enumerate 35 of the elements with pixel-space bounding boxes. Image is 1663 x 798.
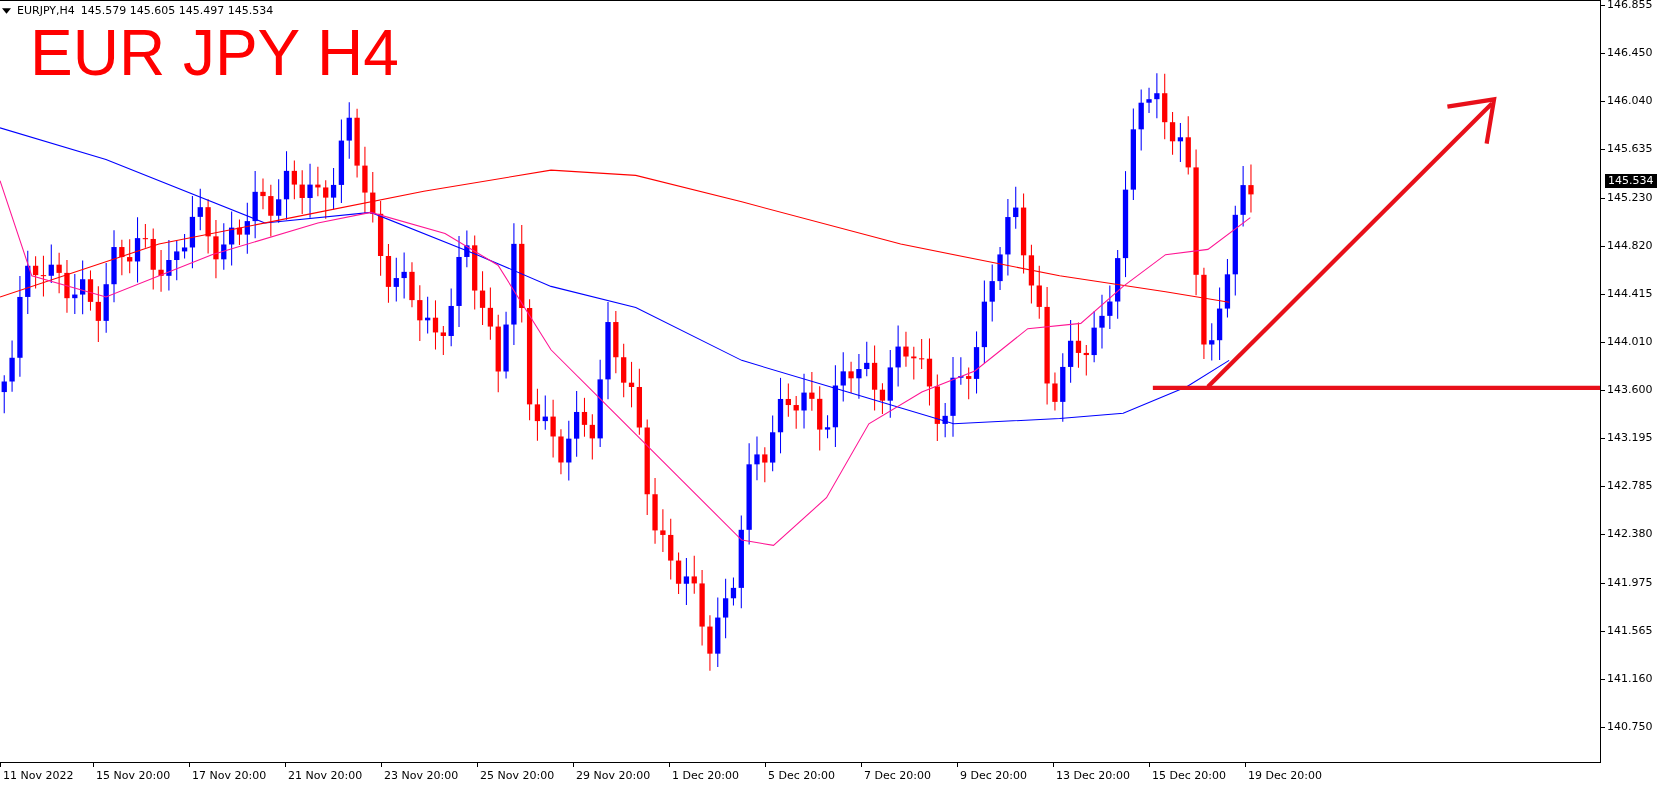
price-label: 146.040: [1606, 93, 1653, 110]
price-label: 143.600: [1606, 382, 1653, 398]
price-label: 146.450: [1606, 45, 1653, 62]
price-label: 142.785: [1606, 478, 1653, 495]
chart-symbol: EURJPY,H4: [17, 4, 75, 17]
time-label: 13 Dec 20:00: [1055, 769, 1130, 782]
price-label: 142.380: [1606, 526, 1653, 543]
time-label: 17 Nov 20:00: [191, 769, 267, 782]
chart-title: EUR JPY H4: [30, 21, 399, 85]
time-label: 5 Dec 20:00: [767, 769, 835, 782]
time-label: 29 Nov 20:00: [575, 769, 651, 782]
time-label: 19 Dec 20:00: [1247, 769, 1322, 782]
time-label: 25 Nov 20:00: [479, 769, 555, 782]
time-label: 1 Dec 20:00: [671, 769, 739, 782]
price-label: 144.820: [1606, 237, 1653, 254]
time-label: 21 Nov 20:00: [287, 769, 363, 782]
current-price-tag: 145.534: [1605, 174, 1657, 188]
price-label: 144.415: [1606, 285, 1653, 302]
time-label: 7 Dec 20:00: [863, 769, 931, 782]
price-label: 145.230: [1606, 189, 1653, 206]
price-label: 141.975: [1606, 574, 1653, 591]
price-label: 144.010: [1606, 333, 1653, 350]
price-label: 141.160: [1606, 670, 1653, 687]
time-label: 9 Dec 20:00: [959, 769, 1027, 782]
ohlc-values: 145.579 145.605 145.497 145.534: [80, 4, 274, 17]
dropdown-icon[interactable]: [2, 7, 11, 14]
price-label: 146.855: [1606, 0, 1653, 13]
price-label: 140.750: [1606, 718, 1653, 735]
price-label: 141.565: [1606, 622, 1653, 639]
time-label: 11 Nov 2022: [2, 769, 74, 782]
price-label: 145.635: [1606, 141, 1653, 158]
time-label: 15 Dec 20:00: [1151, 769, 1226, 782]
price-label: 143.195: [1606, 430, 1653, 447]
time-label: 15 Nov 20:00: [95, 769, 171, 782]
time-label: 23 Nov 20:00: [383, 769, 459, 782]
